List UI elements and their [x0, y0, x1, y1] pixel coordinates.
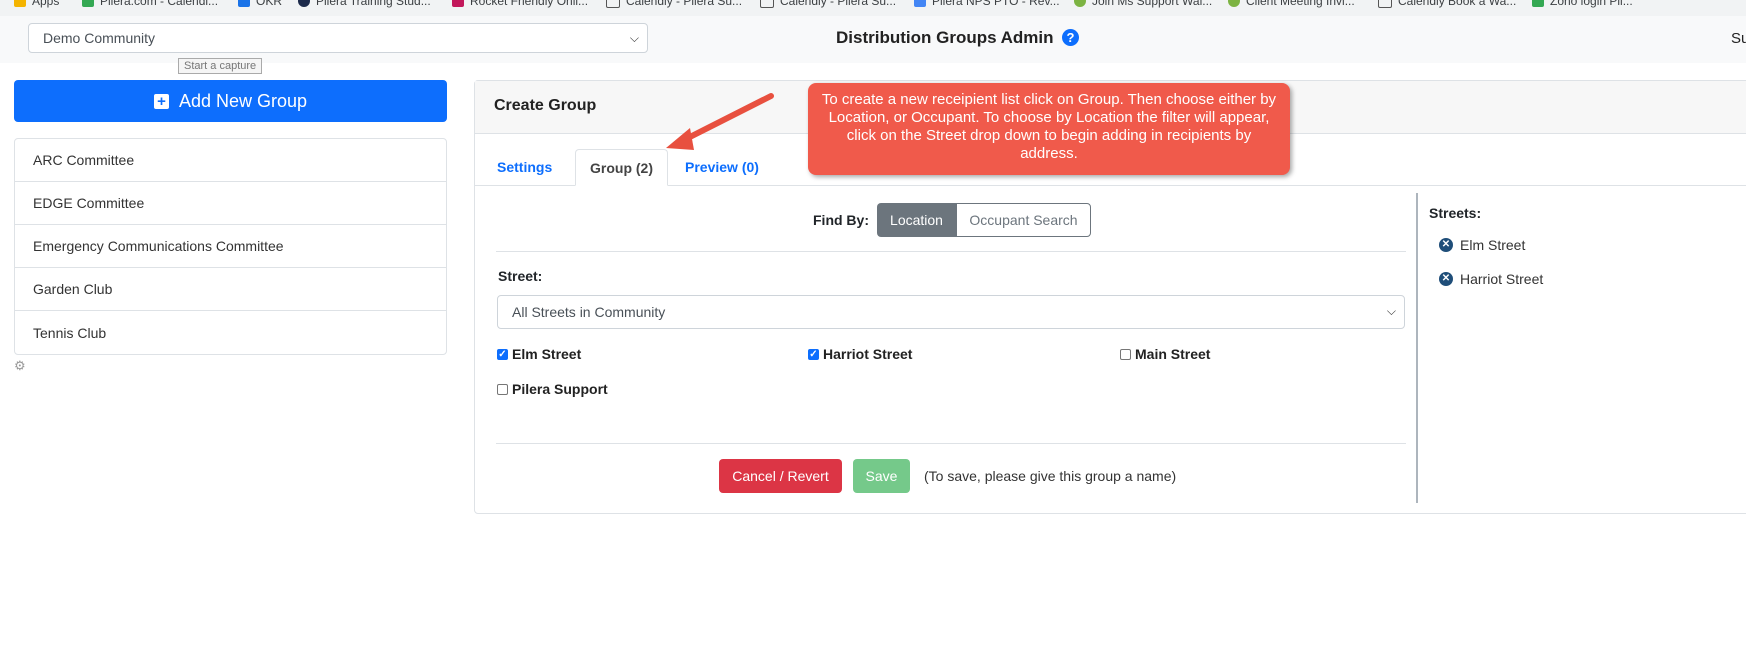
bookmark-5[interactable]: Calendly - Pilera Su...: [606, 0, 742, 8]
bookmark-4[interactable]: Rocket Friendly Onli...: [452, 0, 588, 8]
community-select-value: Demo Community: [43, 30, 156, 46]
find-by-label: Find By:: [813, 212, 869, 228]
circle-icon: [1074, 0, 1086, 7]
street-select[interactable]: All Streets in Community ⌵: [497, 295, 1405, 329]
circle-icon: [298, 0, 310, 7]
street-checkbox-elm[interactable]: ✓ Elm Street: [497, 346, 581, 362]
bookmark-2[interactable]: OKR: [238, 0, 282, 8]
bookmark-3[interactable]: Pilera Training Stud...: [298, 0, 431, 8]
checkbox-unchecked-icon[interactable]: [497, 383, 508, 395]
checkbox-checked-icon[interactable]: ✓: [497, 348, 508, 360]
chat-icon: [1532, 0, 1544, 7]
diamond-icon: [238, 0, 250, 7]
bookmark-1[interactable]: Pilera.com - Calendl...: [82, 0, 218, 8]
vertical-divider: [1416, 193, 1418, 503]
page-icon: [1378, 0, 1392, 8]
bookmark-7[interactable]: Pilera NPS PTO - Rev...: [914, 0, 1060, 8]
selected-street-harriot: ✕ Harriot Street: [1439, 271, 1543, 287]
calendar-icon: [82, 0, 94, 7]
chevron-down-icon: ⌵: [629, 31, 639, 45]
community-select[interactable]: Demo Community ⌵: [28, 23, 648, 53]
circle-icon: [1228, 0, 1240, 7]
help-icon[interactable]: ?: [1062, 29, 1079, 46]
group-list-item[interactable]: Tennis Club: [15, 311, 446, 354]
tab-group[interactable]: Group (2): [575, 149, 668, 186]
bookmark-8[interactable]: Join Ms Support Wal...: [1074, 0, 1212, 8]
bookmark-9[interactable]: Client Meeting Invi...: [1228, 0, 1355, 8]
page-title: Distribution Groups Admin: [836, 28, 1054, 47]
selected-street-label: Elm Street: [1460, 237, 1526, 253]
group-list-item[interactable]: Emergency Communications Committee: [15, 225, 446, 268]
save-button[interactable]: Save: [853, 459, 910, 493]
remove-circle-icon[interactable]: ✕: [1439, 238, 1453, 252]
tab-settings[interactable]: Settings: [483, 149, 566, 185]
checkbox-unchecked-icon[interactable]: [1120, 348, 1131, 360]
selected-street-elm: ✕ Elm Street: [1439, 237, 1525, 253]
checkbox-label: Pilera Support: [512, 381, 608, 397]
top-header: Demo Community ⌵ Distribution Groups Adm…: [0, 16, 1746, 63]
street-select-value: All Streets in Community: [512, 304, 666, 320]
group-list-item[interactable]: Garden Club: [15, 268, 446, 311]
save-hint-text: (To save, please give this group a name): [924, 468, 1177, 484]
add-new-group-label: Add New Group: [178, 90, 308, 111]
bookmark-6[interactable]: Calendly - Pilera Su...: [760, 0, 896, 8]
street-checkbox-pilera-support[interactable]: Pilera Support: [497, 381, 608, 397]
location-toggle-button[interactable]: Location: [877, 203, 956, 237]
instruction-callout: To create a new receipient list click on…: [808, 83, 1290, 175]
add-new-group-button[interactable]: + Add New Group: [14, 80, 447, 122]
bug-icon[interactable]: ⚙: [14, 358, 26, 374]
checkbox-label: Harriot Street: [823, 346, 913, 362]
streets-heading: Streets:: [1429, 205, 1482, 221]
divider: [496, 251, 1406, 252]
occupant-search-toggle-button[interactable]: Occupant Search: [956, 203, 1091, 237]
plus-square-icon: +: [153, 93, 169, 109]
street-checkbox-main[interactable]: Main Street: [1120, 346, 1210, 362]
divider: [496, 443, 1406, 444]
apps-icon: [14, 0, 26, 7]
tab-preview[interactable]: Preview (0): [671, 149, 773, 185]
chart-icon: [914, 0, 926, 7]
card-title: Create Group: [494, 97, 597, 114]
user-menu-text[interactable]: Su: [1731, 30, 1746, 47]
checkbox-label: Elm Street: [512, 346, 582, 362]
group-list: ARC Committee EDGE Committee Emergency C…: [14, 138, 447, 355]
street-checkbox-harriot[interactable]: ✓ Harriot Street: [808, 346, 912, 362]
cancel-revert-button[interactable]: Cancel / Revert: [719, 459, 842, 493]
group-list-item[interactable]: EDGE Committee: [15, 182, 446, 225]
page-icon: [606, 0, 620, 8]
capture-tooltip: Start a capture: [178, 58, 263, 74]
bookmarks-bar: Apps Pilera.com - Calendl... OKR Pilera …: [0, 0, 1746, 17]
bookmark-11[interactable]: Zoho login Pil...: [1532, 0, 1633, 8]
bookmark-10[interactable]: Calendly Book a Wa...: [1378, 0, 1516, 8]
checkbox-checked-icon[interactable]: ✓: [808, 348, 819, 360]
chevron-down-icon: ⌵: [1386, 304, 1396, 318]
street-label: Street:: [498, 268, 543, 284]
remove-circle-icon[interactable]: ✕: [1439, 272, 1453, 286]
bookmark-apps[interactable]: Apps: [14, 0, 59, 8]
group-list-item[interactable]: ARC Committee: [15, 139, 446, 182]
page-icon: [760, 0, 774, 8]
selected-street-label: Harriot Street: [1460, 271, 1544, 287]
checkbox-label: Main Street: [1135, 346, 1211, 362]
rocket-icon: [452, 0, 464, 7]
